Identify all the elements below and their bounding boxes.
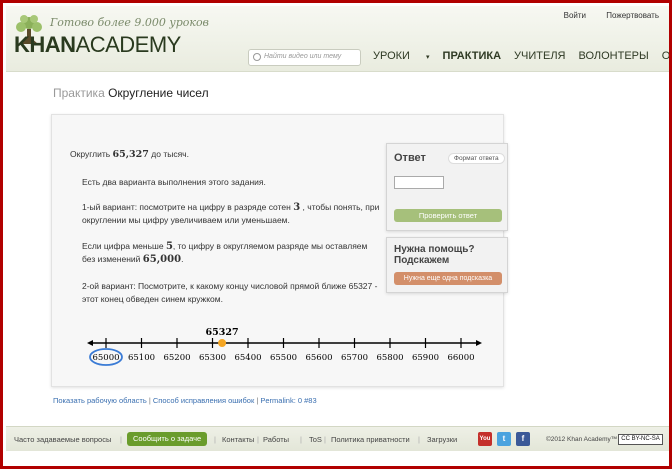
footer-separator: | — [300, 435, 302, 444]
hint-3: Если цифра меньше 5, то цифру в округляе… — [82, 241, 368, 265]
check-answer-button[interactable]: Проверить ответ — [394, 209, 502, 222]
hint-3-number: 5 — [165, 241, 173, 252]
tick-label: 65100 — [128, 353, 155, 363]
tick-label: 65700 — [341, 353, 368, 363]
logo-tagline: Готово более 9.000 уроков — [50, 16, 209, 29]
hint-1: Есть два варианта выполнения этого задан… — [82, 177, 266, 187]
site-footer: Часто задаваемые вопросы | Сообщить о за… — [6, 426, 669, 451]
tick-label: 66000 — [447, 353, 474, 363]
footer-separator: | — [214, 435, 216, 444]
footer-contacts-link[interactable]: Контакты — [222, 435, 254, 444]
logo-academy: ACADEMY — [75, 32, 182, 57]
tick-label: 65400 — [234, 353, 261, 363]
number-line: 65000 65100 65200 65300 65400 65500 65600 65700… — [87, 327, 482, 366]
page-title: Округление чисел — [108, 86, 209, 100]
footer-separator: | — [324, 435, 326, 444]
hint-2: 1-ый вариант: посмотрите на цифру в разр… — [82, 201, 382, 227]
tick-label: 65900 — [412, 353, 439, 363]
site-header: Готово более 9.000 уроков KHANACADEMY Во… — [6, 6, 669, 72]
question-number: 65,327 — [112, 149, 149, 160]
copyright: ©2012 Khan Academy™ — [546, 436, 618, 443]
nav-teachers[interactable]: УЧИТЕЛЯ — [514, 50, 565, 64]
report-issue-button[interactable]: Сообщить о задаче — [127, 432, 208, 446]
answer-title: Ответ — [394, 152, 426, 164]
help-box: Нужна помощь? Подскажем Нужна еще одна п… — [386, 237, 508, 293]
question: Округлить 65,327 до тысяч. — [70, 149, 189, 160]
facebook-icon[interactable]: f — [516, 432, 530, 446]
tick-label: 65600 — [305, 353, 332, 363]
caret-down-icon: ▾ — [426, 54, 430, 61]
hint-2-a: 1-ый вариант: посмотрите на цифру в разр… — [82, 202, 291, 212]
nav-practice[interactable]: ПРАКТИКА — [443, 50, 502, 64]
main-nav: УРОКИ ▾ ПРАКТИКА УЧИТЕЛЯ ВОЛОНТЕРЫ О ПРО… — [373, 50, 669, 64]
marker-label: 65327 — [206, 327, 239, 338]
answer-box: Ответ Формат ответа Проверить ответ — [386, 143, 508, 231]
nav-volunteers[interactable]: ВОЛОНТЕРЫ — [578, 50, 648, 64]
top-links: Войти Пожертвовать — [546, 11, 659, 20]
search-placeholder: Найти видео или тему — [264, 53, 342, 60]
footer-jobs-link[interactable]: Работы — [263, 435, 289, 444]
show-workarea-link[interactable]: Показать рабочую область — [53, 396, 147, 405]
hint-2-number: 3 — [293, 202, 301, 213]
twitter-icon[interactable]: t — [497, 432, 511, 446]
login-link[interactable]: Войти — [564, 11, 586, 20]
hint-4: 2-ой вариант: Посмотрите, к какому концу… — [82, 281, 378, 304]
permalink-link[interactable]: Permalink: 0 #83 — [260, 396, 316, 405]
youtube-icon[interactable]: You — [478, 432, 492, 446]
tick-label: 65300 — [199, 353, 226, 363]
exercise-links: Показать рабочую область | Способ исправ… — [53, 396, 317, 405]
nav-lessons-label: УРОКИ — [373, 50, 410, 62]
hint-3-a: Если цифра меньше — [82, 241, 164, 251]
help-title: Нужна помощь? Подскажем — [394, 244, 475, 266]
tick-label: 65500 — [270, 353, 297, 363]
footer-separator: | — [120, 435, 122, 444]
cc-license-badge[interactable]: CC BY-NC-SA — [618, 434, 663, 445]
footer-privacy-link[interactable]: Политика приватности — [331, 435, 410, 444]
logo-wordmark: KHANACADEMY — [14, 32, 181, 58]
page-frame: Готово более 9.000 уроков KHANACADEMY Во… — [0, 0, 672, 469]
tick-label: 65800 — [376, 353, 403, 363]
question-post: до тысяч. — [151, 149, 189, 159]
footer-tos-link[interactable]: ToS — [309, 435, 322, 444]
arrow-right-icon — [476, 340, 482, 346]
footer-separator: | — [257, 435, 259, 444]
link-separator: | — [256, 396, 259, 405]
footer-faq-link[interactable]: Часто задаваемые вопросы — [14, 435, 111, 444]
hint-3-result: 65,000 — [142, 254, 182, 265]
hint-button[interactable]: Нужна еще одна подсказка — [394, 272, 502, 285]
search-input[interactable]: Найти видео или тему — [248, 49, 361, 66]
nav-lessons[interactable]: УРОКИ ▾ — [373, 50, 430, 64]
donate-link[interactable]: Пожертвовать — [606, 11, 659, 20]
tick-label: 65000 — [92, 353, 119, 363]
footer-downloads-link[interactable]: Загрузки — [427, 435, 457, 444]
answer-format-button[interactable]: Формат ответа — [448, 153, 505, 164]
arrow-left-icon — [87, 340, 93, 346]
answer-input[interactable] — [394, 176, 444, 189]
khan-academy-logo[interactable]: Готово более 9.000 уроков KHANACADEMY — [12, 10, 209, 70]
breadcrumb-parent[interactable]: Практика — [53, 86, 105, 100]
logo-khan: KHAN — [14, 32, 76, 57]
bugfix-link[interactable]: Способ исправления ошибок — [153, 396, 254, 405]
search-icon — [253, 53, 261, 61]
link-separator: | — [148, 396, 151, 405]
value-marker — [218, 339, 227, 347]
question-pre: Округлить — [70, 149, 111, 159]
nav-about[interactable]: О ПРОЕКТЕ — [662, 50, 669, 64]
breadcrumb: Практика Округление чисел — [53, 86, 209, 100]
footer-separator: | — [418, 435, 420, 444]
tick-label: 65200 — [163, 353, 190, 363]
